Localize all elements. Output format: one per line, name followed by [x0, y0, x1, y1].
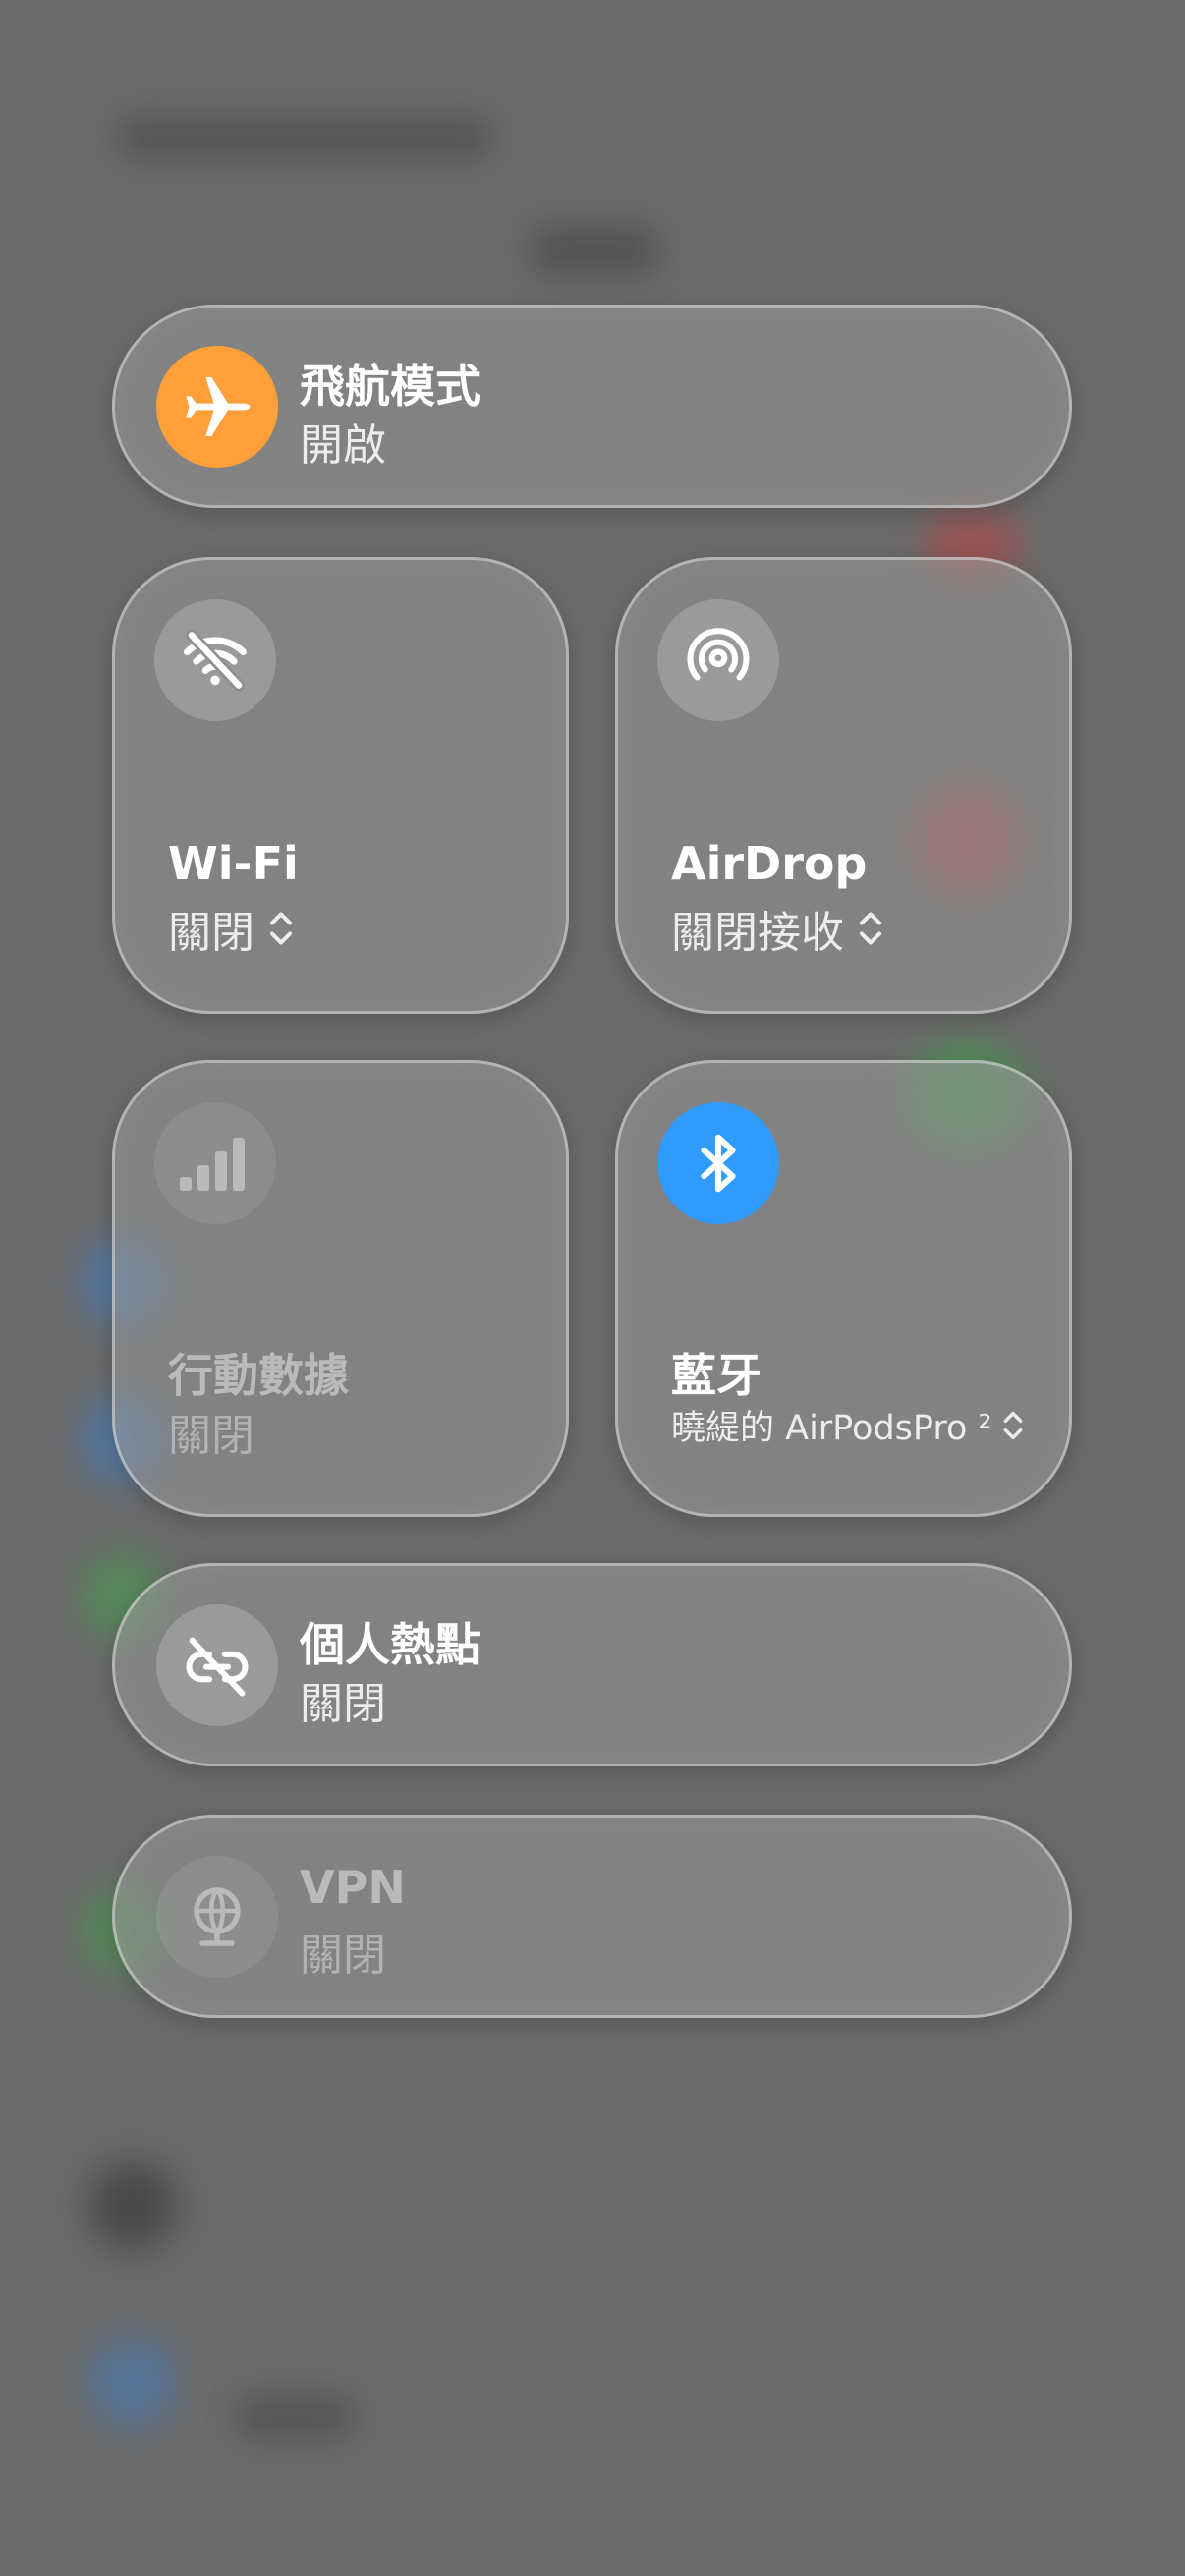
- cellular-data-toggle[interactable]: 行動數據 關閉: [112, 1060, 569, 1517]
- hotspot-title: 個人熱點: [300, 1618, 480, 1671]
- background-blur: [531, 226, 658, 275]
- airdrop-status: 關閉接收: [671, 897, 883, 960]
- wifi-title: Wi-Fi: [168, 837, 299, 890]
- airplane-mode-title: 飛航模式: [300, 360, 480, 413]
- background-blur: [88, 2161, 177, 2250]
- background-blur: [88, 2338, 177, 2427]
- hotspot-status: 關閉: [300, 1679, 386, 1729]
- vpn-globe-icon: [156, 1856, 278, 1978]
- wifi-toggle[interactable]: Wi-Fi 關閉: [112, 557, 569, 1014]
- wifi-status: 關閉: [168, 897, 294, 960]
- wifi-status-text: 關閉: [168, 908, 254, 958]
- bluetooth-status: 曉緹的 AirPodsPro ²: [671, 1400, 1024, 1450]
- cellular-status: 關閉: [168, 1400, 254, 1463]
- vpn-status: 關閉: [300, 1931, 386, 1981]
- vpn-title: VPN: [300, 1861, 406, 1914]
- bluetooth-title: 藍牙: [671, 1349, 762, 1402]
- airplane-mode-toggle[interactable]: 飛航模式 開啟: [112, 305, 1072, 508]
- personal-hotspot-toggle[interactable]: 個人熱點 關閉: [112, 1563, 1072, 1766]
- chevron-up-down-icon: [1002, 1409, 1024, 1442]
- airdrop-title: AirDrop: [671, 837, 868, 890]
- bluetooth-device-name: 曉緹的 AirPodsPro ²: [671, 1409, 992, 1448]
- airplane-mode-status: 開啟: [300, 420, 386, 471]
- background-blur: [118, 118, 491, 157]
- airdrop-toggle[interactable]: AirDrop 關閉接收: [615, 557, 1072, 1014]
- background-blur: [236, 2397, 354, 2436]
- airdrop-icon: [657, 599, 779, 721]
- hotspot-link-off-icon: [156, 1604, 278, 1726]
- airplane-icon: [156, 346, 278, 468]
- cellular-status-text: 關閉: [168, 1411, 254, 1461]
- chevron-up-down-icon: [268, 909, 294, 948]
- cellular-bars-icon: [154, 1102, 276, 1224]
- vpn-toggle[interactable]: VPN 關閉: [112, 1815, 1072, 2018]
- bluetooth-icon: [657, 1102, 779, 1224]
- airdrop-status-text: 關閉接收: [671, 908, 844, 958]
- cellular-title: 行動數據: [168, 1349, 349, 1402]
- wifi-off-icon: [154, 599, 276, 721]
- bluetooth-toggle[interactable]: 藍牙 曉緹的 AirPodsPro ²: [615, 1060, 1072, 1517]
- chevron-up-down-icon: [858, 909, 883, 948]
